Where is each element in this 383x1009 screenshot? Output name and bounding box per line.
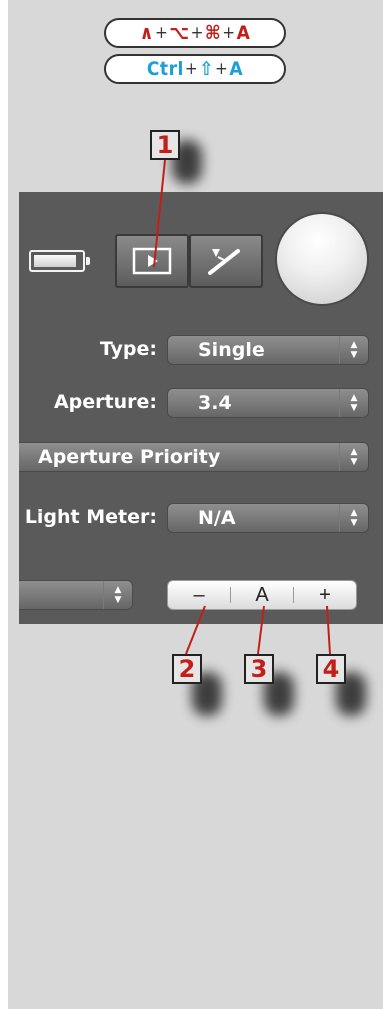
leader-lines [153,159,331,655]
callout-3: 3 [244,654,274,684]
callout-4: 4 [316,654,346,684]
leader-line-3 [257,605,265,655]
leader-line-4 [326,605,331,655]
callout-2: 2 [172,654,202,684]
leader-line-1 [153,159,166,268]
leader-line-2 [185,605,206,655]
